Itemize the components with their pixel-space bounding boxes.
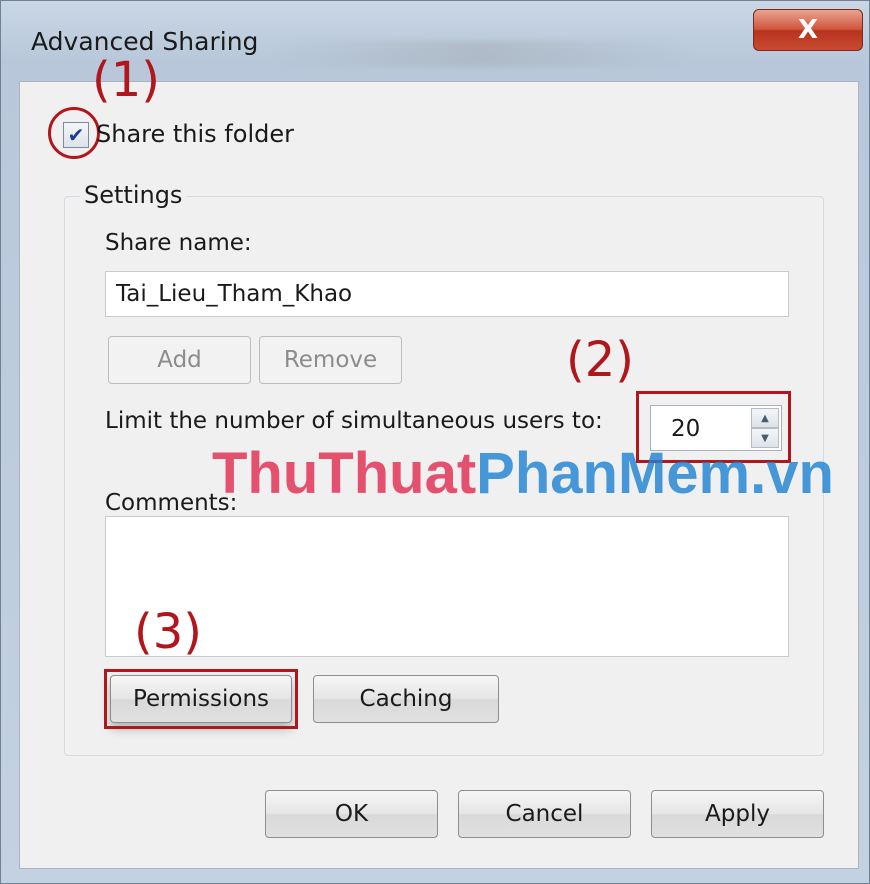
watermark-logo: ThuThuatPhanMem.vn [212, 440, 834, 507]
apply-button[interactable]: Apply [651, 790, 824, 838]
user-limit-label: Limit the number of simultaneous users t… [105, 408, 603, 434]
watermark-part-2: PhanMem.vn [476, 441, 834, 506]
titlebar-background-blur [271, 41, 691, 67]
annotation-step-1: (1) [92, 52, 160, 108]
watermark-part-1: ThuThuat [212, 441, 477, 506]
cancel-button[interactable]: Cancel [458, 790, 631, 838]
share-name-label: Share name: [105, 230, 252, 256]
close-button[interactable]: X [753, 9, 863, 51]
add-button[interactable]: Add [108, 336, 251, 384]
ok-button[interactable]: OK [265, 790, 438, 838]
remove-button[interactable]: Remove [259, 336, 402, 384]
caching-button[interactable]: Caching [313, 675, 499, 723]
share-name-value: Tai_Lieu_Tham_Khao [116, 281, 353, 307]
comments-textarea[interactable] [105, 516, 789, 657]
close-icon: X [797, 15, 819, 45]
annotation-step-3: (3) [134, 604, 202, 660]
comments-label: Comments: [105, 490, 238, 516]
share-name-input[interactable]: Tai_Lieu_Tham_Khao [105, 271, 789, 317]
share-folder-label[interactable]: Share this folder [96, 120, 294, 148]
annotation-circle-step-1 [48, 107, 100, 159]
settings-group-label: Settings [80, 181, 187, 209]
annotation-step-2: (2) [566, 332, 634, 388]
annotation-box-step-3 [104, 669, 298, 729]
